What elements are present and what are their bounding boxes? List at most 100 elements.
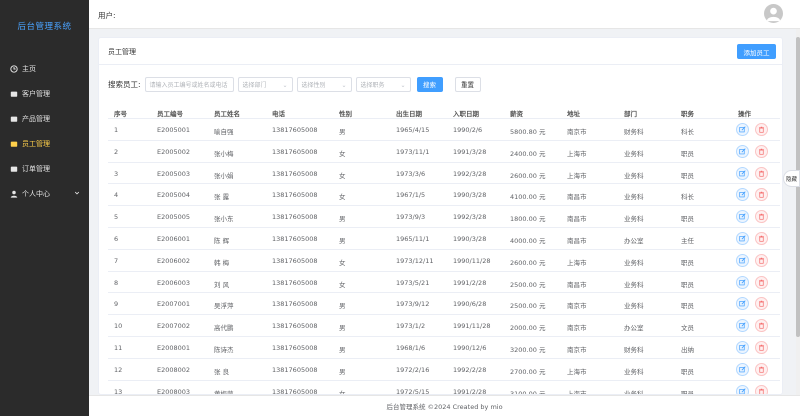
trash-icon [759, 257, 764, 264]
table-cell: 张 良 [214, 367, 230, 376]
scrollbar-thumb[interactable] [796, 37, 800, 337]
delete-button[interactable] [755, 144, 768, 158]
delete-button[interactable] [755, 297, 768, 311]
row-actions [736, 362, 774, 376]
table-cell: 9 [114, 300, 119, 309]
table-row: 10 E2007002 高代鹏 13817605008 男 1973/1/2 1991/11… [108, 315, 780, 337]
department-select[interactable]: 选择部门 ⌄ [237, 76, 293, 92]
delete-button[interactable] [755, 319, 768, 333]
delete-button[interactable] [755, 253, 768, 267]
sidebar-item-products[interactable]: 产品管理 [0, 106, 89, 131]
sidebar-item-label: 客户管理 [22, 89, 50, 98]
table-cell: E2005002 [157, 147, 191, 156]
add-employee-button[interactable]: 添加员工 [737, 44, 776, 59]
keyword-placeholder: 请输入员工编号或姓名或电话 [149, 81, 228, 89]
table-row: 6 E2006001 陈 辉 13817605008 男 1965/11/1 1990/3/… [108, 228, 780, 250]
table-cell: 3200.00 元 [510, 345, 546, 354]
table-body: 1 E2005001 喻自强 13817605008 男 1965/4/15 1990/2/… [108, 119, 780, 395]
edit-button[interactable] [736, 231, 749, 245]
table-row: 3 E2005003 张小娟 13817605008 女 1973/3/6 1992/3/2… [108, 163, 780, 185]
sidebar: 后台管理系统 主页 客户管理 产品管理 员工管理 订单管理 个人中心 [0, 0, 89, 416]
delete-button[interactable] [755, 231, 768, 245]
trash-icon [759, 126, 764, 133]
table-cell: 女 [339, 280, 346, 289]
table-cell: 男 [339, 324, 346, 333]
table-cell: 文员 [681, 324, 694, 333]
table-cell: 出纳 [681, 345, 694, 354]
gender-select[interactable]: 选择性别 ⌄ [296, 76, 352, 92]
row-actions [736, 297, 774, 311]
table-cell: 男 [339, 215, 346, 224]
sidebar-item-customers[interactable]: 客户管理 [0, 81, 89, 106]
table-cell: 2400.00 元 [510, 149, 546, 158]
delete-button[interactable] [755, 123, 768, 136]
table-cell: 1990/3/28 [453, 191, 487, 200]
edit-button[interactable] [736, 210, 749, 224]
delete-button[interactable] [755, 166, 768, 180]
folder-icon [10, 140, 18, 148]
edit-button[interactable] [736, 188, 749, 202]
edit-button[interactable] [736, 297, 749, 311]
column-header: 职务 [681, 110, 694, 118]
user-label: 用户: [98, 11, 116, 20]
delete-button[interactable] [755, 362, 768, 376]
delete-button[interactable] [755, 384, 768, 394]
table-cell: 13817605008 [272, 322, 318, 331]
search-label: 搜索员工: [108, 79, 141, 89]
sidebar-item-home[interactable]: 主页 [0, 56, 89, 81]
table-cell: 13817605008 [272, 387, 318, 395]
position-select[interactable]: 选择职务 ⌄ [355, 76, 411, 92]
table-cell: 1990/2/6 [453, 126, 483, 134]
table-row: 11 E2008001 陈诗杰 13817605008 男 1968/1/6 1990/12… [108, 337, 780, 359]
table-cell: 13817605008 [272, 169, 318, 178]
footer: 后台管理系统 ©2024 Created by mio [89, 395, 800, 416]
table-cell: 1992/2/28 [453, 365, 487, 374]
hide-panel-tab[interactable]: 隐藏 [783, 170, 800, 187]
table-cell: 2500.00 元 [510, 302, 546, 311]
sidebar-item-employees[interactable]: 员工管理 [0, 131, 89, 156]
table-cell: 业务科 [624, 171, 644, 180]
table-cell: E2007001 [157, 300, 191, 309]
row-actions [736, 319, 774, 333]
table-cell: 1973/12/11 [396, 256, 434, 265]
column-header: 序号 [114, 110, 127, 118]
main-content: 员工管理 添加员工 搜索员工: 请输入员工编号或姓名或电话 选择部门 ⌄ 选择性… [89, 29, 800, 395]
scrollbar[interactable] [796, 29, 800, 395]
table-cell: E2006003 [157, 278, 191, 287]
edit-button[interactable] [736, 253, 749, 267]
edit-icon [739, 300, 746, 307]
edit-button[interactable] [736, 144, 749, 158]
keyword-input[interactable]: 请输入员工编号或姓名或电话 [144, 76, 234, 92]
table-cell: 1972/5/15 [396, 387, 430, 395]
table-cell: 业务科 [624, 367, 644, 376]
table-cell: 1992/3/28 [453, 169, 487, 178]
search-button[interactable]: 搜索 [416, 76, 443, 92]
table-row: 2 E2005002 张小梅 13817605008 女 1973/11/1 1991/3/… [108, 141, 780, 163]
sidebar-item-profile[interactable]: 个人中心 [0, 181, 89, 206]
edit-button[interactable] [736, 340, 749, 354]
delete-button[interactable] [755, 210, 768, 224]
table-cell: E2005003 [157, 169, 191, 178]
table-cell: 男 [339, 367, 346, 376]
table-cell: 13817605008 [272, 191, 318, 200]
edit-button[interactable] [736, 319, 749, 333]
edit-button[interactable] [736, 123, 749, 136]
edit-button[interactable] [736, 275, 749, 289]
delete-button[interactable] [755, 275, 768, 289]
table-cell: 上海市 [567, 389, 587, 395]
table-cell: 5 [114, 213, 119, 222]
reset-button[interactable]: 重置 [454, 76, 481, 92]
table-cell: 高代鹏 [214, 324, 234, 333]
sidebar-item-orders[interactable]: 订单管理 [0, 156, 89, 181]
edit-button[interactable] [736, 362, 749, 376]
delete-button[interactable] [755, 188, 768, 202]
edit-button[interactable] [736, 166, 749, 180]
chevron-down-icon: ⌄ [400, 81, 406, 89]
column-header: 性别 [339, 110, 352, 118]
avatar[interactable] [764, 4, 783, 23]
table-cell: E2007002 [157, 322, 191, 331]
table-cell: 张小梅 [214, 149, 234, 158]
delete-button[interactable] [755, 340, 768, 354]
edit-icon [739, 191, 746, 198]
edit-button[interactable] [736, 384, 749, 394]
